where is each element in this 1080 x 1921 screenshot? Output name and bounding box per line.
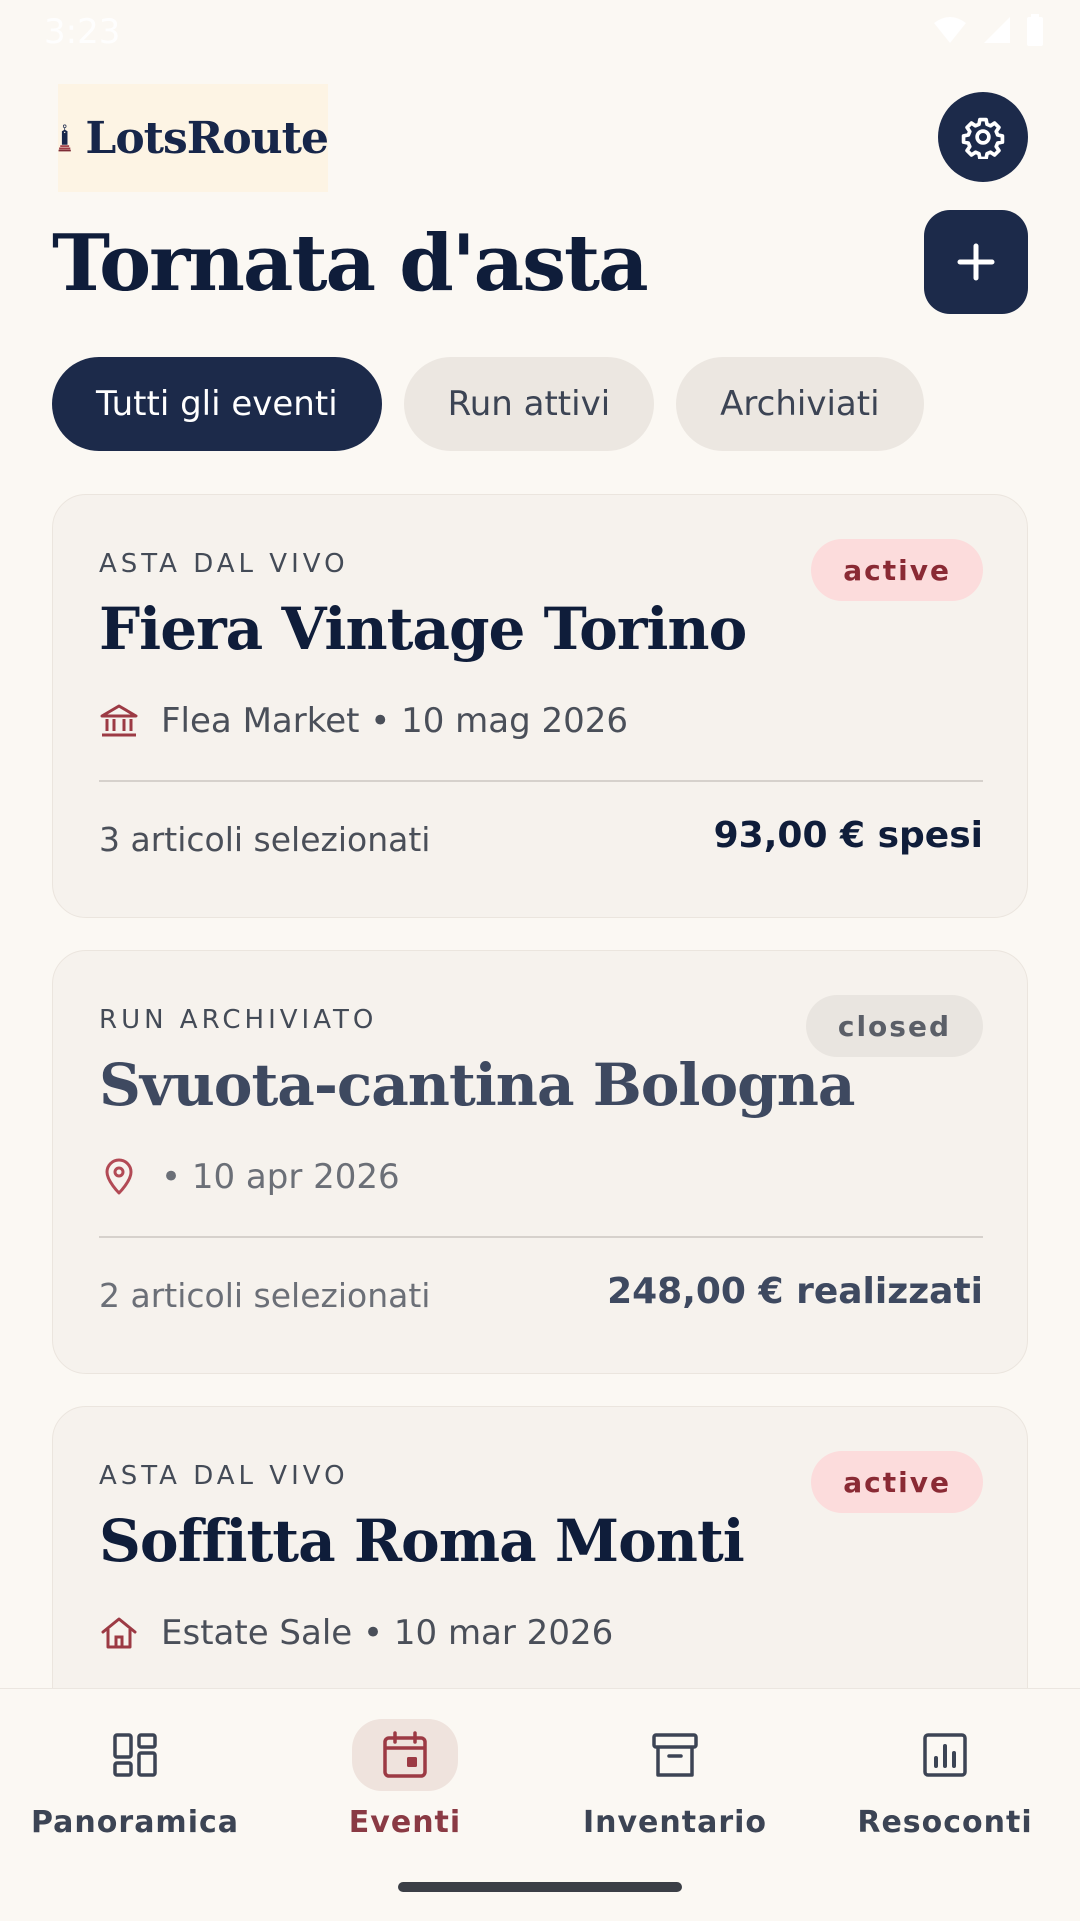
price-tag-pedestal-icon xyxy=(58,124,71,152)
bar-chart-icon xyxy=(923,1733,967,1777)
event-meta: Flea Market • 10 mag 2026 xyxy=(99,701,628,741)
divider xyxy=(99,1236,983,1238)
nav-item-inventario[interactable]: Inventario xyxy=(575,1719,775,1840)
calendar-icon xyxy=(383,1731,427,1778)
museum-icon xyxy=(100,704,138,737)
event-kicker: RUN ARCHIVIATO xyxy=(99,1005,378,1035)
battery-icon xyxy=(1027,14,1043,46)
event-meta: Estate Sale • 10 mar 2026 xyxy=(99,1613,613,1653)
nav-label: Inventario xyxy=(582,1805,768,1840)
gear-icon xyxy=(961,117,1005,159)
archive-box-icon xyxy=(652,1733,698,1777)
nav-item-resoconti[interactable]: Resoconti xyxy=(845,1719,1045,1840)
status-bar: 3:23 xyxy=(0,0,1080,62)
items-count: 3 articoli selezionati xyxy=(99,820,431,859)
event-card[interactable]: RUN ARCHIVIATO closed Svuota-cantina Bol… xyxy=(52,950,1028,1374)
dashboard-icon xyxy=(113,1733,157,1777)
event-meta: • 10 apr 2026 xyxy=(99,1157,400,1197)
house-icon xyxy=(101,1617,137,1649)
filter-chip-archived[interactable]: Archiviati xyxy=(676,357,924,451)
filter-chip-all[interactable]: Tutti gli eventi xyxy=(52,357,382,451)
event-kicker: ASTA DAL VIVO xyxy=(99,1461,349,1491)
status-badge: active xyxy=(811,1451,983,1513)
amount-realized: 248,00 € realizzati xyxy=(607,1271,983,1312)
location-pin-icon xyxy=(105,1158,133,1195)
add-event-button[interactable] xyxy=(924,210,1028,314)
event-meta-text: • 10 apr 2026 xyxy=(161,1157,400,1197)
event-kicker: ASTA DAL VIVO xyxy=(99,549,349,579)
amount-spent: 93,00 € spesi xyxy=(713,815,983,856)
status-time: 3:23 xyxy=(44,12,121,52)
divider xyxy=(99,780,983,782)
event-meta-text: Flea Market • 10 mag 2026 xyxy=(161,701,629,741)
status-icons xyxy=(932,14,1044,46)
nav-label: Panoramica xyxy=(31,1805,240,1840)
nav-label: Eventi xyxy=(348,1805,462,1840)
event-card[interactable]: ASTA DAL VIVO active Fiera Vintage Torin… xyxy=(52,494,1028,918)
filter-chips: Tutti gli eventi Run attivi Archiviati xyxy=(52,357,924,451)
home-indicator[interactable] xyxy=(398,1882,682,1892)
settings-button[interactable] xyxy=(938,92,1028,182)
nav-item-eventi[interactable]: Eventi xyxy=(305,1719,505,1840)
status-badge: closed xyxy=(805,995,983,1057)
event-title: Soffitta Roma Monti xyxy=(99,1507,745,1575)
signal-icon xyxy=(984,17,1010,43)
status-badge: active xyxy=(811,539,983,601)
nav-item-panoramica[interactable]: Panoramica xyxy=(31,1719,238,1840)
wifi-icon xyxy=(934,17,966,43)
event-title: Fiera Vintage Torino xyxy=(99,595,747,663)
nav-label: Resoconti xyxy=(857,1805,1033,1840)
event-title: Svuota-cantina Bologna xyxy=(99,1051,855,1119)
logo-text: LotsRoute xyxy=(85,112,329,164)
app-logo: LotsRoute xyxy=(58,84,329,192)
filter-chip-active-runs[interactable]: Run attivi xyxy=(403,357,655,451)
plus-icon xyxy=(957,243,995,281)
items-count: 2 articoli selezionati xyxy=(99,1276,431,1315)
event-meta-text: Estate Sale • 10 mar 2026 xyxy=(161,1613,614,1653)
page-title: Tornata d'asta xyxy=(52,218,649,309)
